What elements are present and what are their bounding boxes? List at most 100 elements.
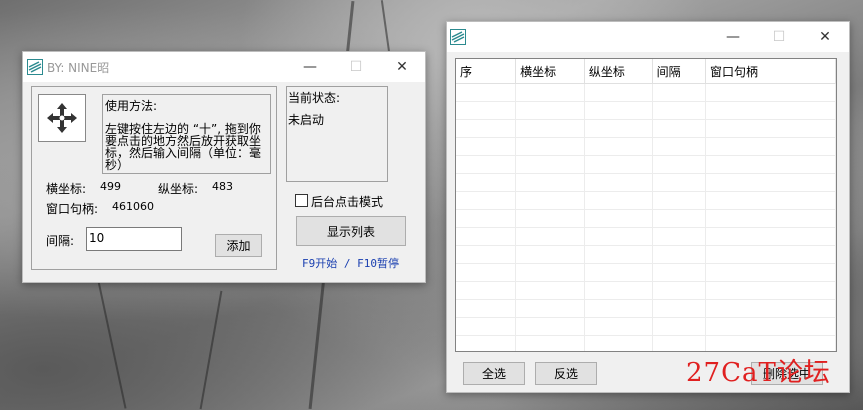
empty-list-cell (705, 155, 836, 174)
background-mode-label[interactable]: 后台点击模式 (311, 193, 383, 210)
y-coordinate-label: 纵坐标: (158, 182, 199, 196)
interval-label: 间隔: (46, 234, 75, 248)
empty-list-cell (652, 83, 706, 102)
empty-list-row (456, 299, 836, 318)
show-list-button[interactable]: 显示列表 (296, 216, 406, 246)
empty-list-cell (584, 245, 653, 264)
maximize-button[interactable]: ☐ (756, 22, 802, 52)
empty-list-cell (515, 263, 585, 282)
select-all-button[interactable]: 全选 (463, 362, 525, 385)
empty-list-cell (652, 137, 706, 156)
empty-list-cell (652, 209, 706, 228)
empty-list-cell (515, 155, 585, 174)
empty-list-cell (705, 191, 836, 210)
app-logo-icon (450, 29, 466, 45)
background-mode-checkbox[interactable] (295, 194, 308, 207)
empty-list-cell (456, 227, 517, 246)
crosshair-drag-handle[interactable] (38, 94, 86, 142)
usage-text: 左键按住左边的 “十”, 拖到你要点击的地方然后放开获取坐标，然后输入间隔（单位… (105, 122, 262, 172)
column-header[interactable]: 纵坐标 (584, 59, 653, 84)
empty-list-cell (705, 101, 836, 120)
empty-list-cell (705, 245, 836, 264)
empty-list-cell (456, 299, 517, 318)
empty-list-cell (584, 281, 653, 300)
close-button[interactable]: ✕ (379, 52, 425, 82)
column-header[interactable]: 窗口句柄 (705, 59, 836, 84)
empty-list-cell (652, 191, 706, 210)
empty-list-cell (456, 191, 517, 210)
empty-list-cell (515, 317, 585, 336)
background-rock-crack (199, 290, 223, 410)
minimize-icon: — (726, 29, 740, 45)
close-icon: ✕ (396, 59, 408, 75)
maximize-icon: ☐ (349, 59, 363, 75)
empty-list-cell (652, 335, 706, 351)
empty-list-cell (705, 263, 836, 282)
empty-list-row (456, 335, 836, 351)
empty-list-row (456, 317, 836, 336)
empty-list-cell (652, 119, 706, 138)
empty-list-cell (456, 263, 517, 282)
x-coordinate-value: 499 (100, 180, 121, 193)
empty-list-cell (705, 209, 836, 228)
empty-list-cell (515, 191, 585, 210)
empty-list-cell (515, 227, 585, 246)
empty-list-cell (456, 317, 517, 336)
minimize-button[interactable]: — (710, 22, 756, 52)
add-button[interactable]: 添加 (215, 234, 262, 257)
empty-list-cell (652, 317, 706, 336)
empty-list-cell (705, 119, 836, 138)
list-body (456, 83, 836, 351)
empty-list-cell (584, 299, 653, 318)
empty-list-cell (515, 209, 585, 228)
column-header[interactable]: 间隔 (652, 59, 706, 84)
empty-list-cell (515, 119, 585, 138)
empty-list-cell (456, 137, 517, 156)
invert-selection-button[interactable]: 反选 (535, 362, 597, 385)
x-coordinate-label: 横坐标: (46, 182, 87, 196)
empty-list-cell (584, 137, 653, 156)
main-window: BY: NINE昭 — ☐ ✕ 使用方法: 左键按住左边的 “十”, 拖到你要点… (22, 51, 426, 283)
empty-list-cell (515, 101, 585, 120)
empty-list-cell (584, 83, 653, 102)
empty-list-cell (515, 173, 585, 192)
empty-list-cell (705, 281, 836, 300)
coordinate-list[interactable]: 序 横坐标 纵坐标 间隔 窗口句柄 (455, 58, 837, 352)
empty-list-cell (584, 155, 653, 174)
column-header[interactable]: 横坐标 (515, 59, 585, 84)
empty-list-cell (584, 191, 653, 210)
empty-list-cell (515, 281, 585, 300)
minimize-icon: — (303, 59, 317, 75)
empty-list-row (456, 281, 836, 300)
main-titlebar: BY: NINE昭 — ☐ ✕ (23, 52, 425, 82)
empty-list-cell (456, 155, 517, 174)
empty-list-cell (705, 137, 836, 156)
empty-list-cell (515, 299, 585, 318)
column-header[interactable]: 序 (456, 59, 517, 84)
interval-input[interactable]: 10 (86, 227, 182, 251)
app-logo-icon (27, 59, 43, 75)
empty-list-cell (456, 83, 517, 102)
usage-box: 使用方法: 左键按住左边的 “十”, 拖到你要点击的地方然后放开获取坐标，然后输… (102, 94, 271, 174)
minimize-button[interactable]: — (287, 52, 333, 82)
empty-list-cell (584, 317, 653, 336)
y-coordinate-value: 483 (212, 180, 233, 193)
empty-list-cell (705, 173, 836, 192)
close-button[interactable]: ✕ (802, 22, 848, 52)
list-table: 序 横坐标 纵坐标 间隔 窗口句柄 (456, 59, 836, 351)
empty-list-cell (652, 155, 706, 174)
empty-list-cell (456, 335, 517, 351)
status-box: 当前状态: 未启动 (286, 86, 388, 182)
empty-list-cell (515, 137, 585, 156)
empty-list-cell (584, 263, 653, 282)
background-rock-crack (95, 271, 127, 409)
empty-list-cell (456, 101, 517, 120)
empty-list-cell (584, 209, 653, 228)
empty-list-cell (652, 245, 706, 264)
empty-list-cell (584, 227, 653, 246)
usage-title: 使用方法: (105, 99, 158, 113)
empty-list-row (456, 263, 836, 282)
empty-list-cell (652, 299, 706, 318)
empty-list-row (456, 191, 836, 210)
maximize-button[interactable]: ☐ (333, 52, 379, 82)
